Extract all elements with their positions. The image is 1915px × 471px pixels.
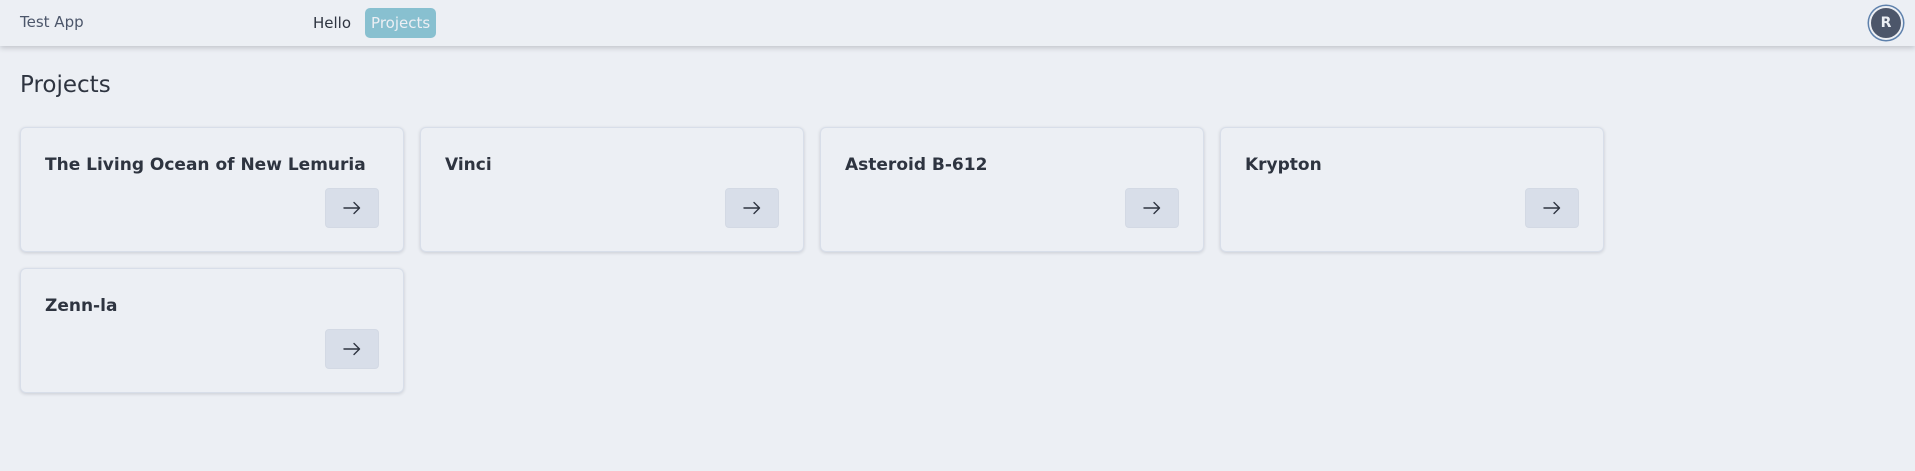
project-card: Krypton [1220,127,1604,252]
nav-link-hello[interactable]: Hello [307,8,357,38]
open-project-button[interactable] [725,188,779,228]
app-title: Test App [20,13,84,31]
project-card: The Living Ocean of New Lemuria [20,127,404,252]
project-name: Krypton [1245,155,1322,175]
open-project-button[interactable] [1525,188,1579,228]
open-project-button[interactable] [1125,188,1179,228]
project-card: Vinci [420,127,804,252]
top-bar: Test App Hello Projects R [0,0,1915,46]
project-name: Asteroid B-612 [845,155,988,175]
arrow-right-icon [343,342,361,356]
project-card: Asteroid B-612 [820,127,1204,252]
arrow-right-icon [743,201,761,215]
arrow-right-icon [1143,201,1161,215]
main-nav: Hello Projects [307,8,437,38]
user-avatar[interactable]: R [1869,6,1903,40]
project-card: Zenn-la [20,268,404,393]
project-grid: The Living Ocean of New Lemuria Vinci As… [20,127,1604,393]
arrow-right-icon [343,201,361,215]
project-name: The Living Ocean of New Lemuria [45,155,366,175]
project-name: Zenn-la [45,296,118,316]
nav-link-projects[interactable]: Projects [365,8,437,38]
open-project-button[interactable] [325,188,379,228]
arrow-right-icon [1543,201,1561,215]
project-name: Vinci [445,155,492,175]
open-project-button[interactable] [325,329,379,369]
page-title: Projects [20,72,111,98]
